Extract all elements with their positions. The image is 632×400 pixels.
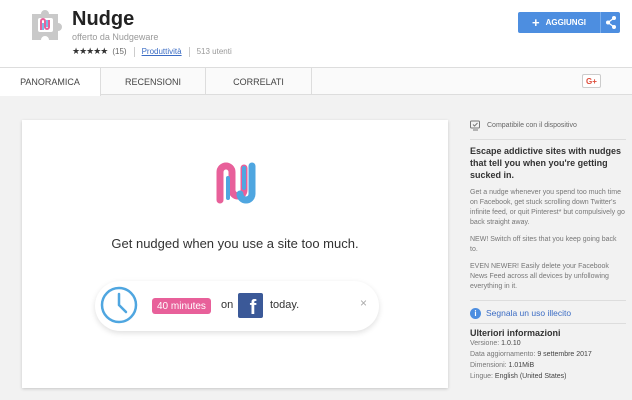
share-button[interactable] [600, 12, 620, 33]
compatible-text: Compatibile con il dispositivo [487, 121, 577, 129]
tab-overview[interactable]: PANORAMICA [0, 68, 101, 96]
on-text: on [221, 299, 234, 311]
report-abuse-label: Segnala un uso illecito [486, 308, 572, 318]
more-info-title: Ulteriori informazioni [470, 328, 561, 338]
today-text: today. [270, 299, 300, 311]
divider [470, 139, 626, 140]
tab-related[interactable]: CORRELATI [206, 68, 312, 95]
google-plus-button[interactable]: G+ [582, 74, 601, 88]
extension-title: Nudge [72, 8, 135, 30]
rating-count[interactable]: (15) [112, 47, 126, 56]
device-check-icon [470, 120, 480, 130]
screenshot-preview: Get nudged when you use a site too much.… [22, 120, 448, 388]
category-link[interactable]: Produttività [142, 47, 182, 56]
tab-bar: PANORAMICA RECENSIONI CORRELATI G+ [0, 67, 632, 96]
description-paragraph: Get a nudge whenever you spend too much … [470, 189, 625, 226]
divider [133, 46, 135, 57]
report-abuse-link[interactable]: i Segnala un uso illecito [470, 306, 626, 320]
tab-reviews[interactable]: RECENSIONI [101, 68, 206, 95]
extension-header: Nudge offerto da Nudgeware ★★★★★ (15) Pr… [0, 0, 632, 67]
info-row-languages: Lingue: English (United States) [470, 373, 567, 380]
extension-meta: ★★★★★ (15) Produttività 513 utenti [72, 46, 232, 57]
divider [470, 323, 626, 324]
compatibility-status: Compatibile con il dispositivo [470, 114, 626, 136]
plus-icon: + [531, 15, 540, 30]
info-icon: i [470, 307, 481, 319]
info-row-size: Dimensioni: 1.01MiB [470, 362, 535, 369]
divider [188, 46, 190, 57]
description-paragraph: NEW! Switch off sites that you keep goin… [470, 236, 617, 253]
info-row-updated: Data aggiornamento: 9 settembre 2017 [470, 351, 592, 358]
nudge-notification: 40 minutes on f today. × [95, 281, 379, 331]
preview-headline: Get nudged when you use a site too much. [111, 236, 359, 251]
add-button-label: AGGIUNGI [545, 18, 587, 27]
clock-icon [100, 286, 138, 324]
minutes-badge: 40 minutes [152, 298, 211, 314]
puzzle-extension-icon [32, 10, 62, 40]
share-icon [606, 16, 616, 29]
close-icon: × [360, 296, 368, 310]
nudge-logo-icon [216, 162, 256, 204]
add-button[interactable]: + AGGIUNGI [518, 12, 600, 33]
facebook-icon: f [238, 293, 263, 318]
description-paragraph: EVEN NEWER! Easily delete your Facebook … [470, 263, 609, 290]
offered-by: offerto da Nudgeware [72, 32, 159, 42]
description-title: Escape addictive sites with nudges that … [470, 146, 622, 180]
info-row-version: Versione: 1.0.10 [470, 340, 521, 347]
rating-stars[interactable]: ★★★★★ [72, 46, 108, 57]
details-sidebar: Compatibile con il dispositivo Escape ad… [470, 114, 626, 382]
user-count: 513 utenti [196, 47, 232, 56]
divider [470, 300, 626, 301]
